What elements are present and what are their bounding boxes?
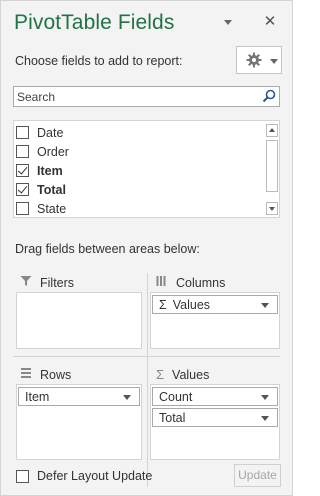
field-item-state[interactable]: State	[16, 199, 261, 218]
drag-fields-label: Drag fields between areas below:	[15, 242, 200, 256]
values-field-pill[interactable]: Total	[152, 408, 278, 427]
rows-area-header: Rows	[20, 367, 71, 382]
columns-area-title: Columns	[176, 275, 226, 290]
filters-area-header: Filters	[20, 275, 74, 290]
field-item-total[interactable]: Total	[16, 180, 261, 199]
columns-icon	[156, 275, 168, 290]
close-icon[interactable]: ✕	[261, 13, 279, 31]
defer-layout-update[interactable]: Defer Layout Update	[16, 469, 152, 483]
field-checkbox[interactable]	[16, 202, 29, 215]
pill-label: Count	[159, 389, 193, 404]
tools-button[interactable]	[236, 46, 282, 74]
field-list-scrollbar[interactable]	[265, 122, 279, 217]
rows-drop-zone[interactable]: Item	[16, 384, 142, 460]
filter-icon	[20, 275, 32, 290]
area-divider	[147, 273, 148, 487]
columns-field-pill[interactable]: Σ Values	[152, 295, 278, 314]
field-checkbox[interactable]	[16, 164, 29, 177]
pivottable-fields-pane: PivotTable Fields ✕ Choose fields to add…	[0, 0, 293, 496]
chevron-down-icon[interactable]	[123, 395, 131, 400]
chevron-down-icon[interactable]	[261, 416, 269, 421]
defer-label: Defer Layout Update	[37, 469, 153, 483]
area-divider	[13, 356, 280, 357]
field-label: Total	[37, 182, 66, 197]
values-drop-zone[interactable]: Count Total	[150, 384, 280, 460]
field-checkbox[interactable]	[16, 183, 29, 196]
chevron-down-icon[interactable]	[261, 395, 269, 400]
filters-area-title: Filters	[40, 275, 75, 290]
field-item-item[interactable]: Item	[16, 161, 261, 180]
values-area-header: Σ Values	[156, 367, 209, 382]
field-item-order[interactable]: Order	[16, 142, 261, 161]
scroll-up-arrow-icon[interactable]	[266, 124, 278, 137]
chevron-down-icon[interactable]	[261, 303, 269, 308]
columns-area-header: Columns	[156, 275, 225, 290]
pill-label: Total	[159, 410, 186, 425]
values-field-pill[interactable]: Count	[152, 387, 278, 406]
rows-field-pill[interactable]: Item	[18, 387, 140, 406]
columns-drop-zone[interactable]: Σ Values	[150, 292, 280, 349]
sigma-icon: Σ	[156, 367, 165, 382]
gear-icon	[246, 52, 262, 71]
rows-area-title: Rows	[40, 367, 72, 382]
search-box	[13, 86, 280, 107]
scroll-down-arrow-icon[interactable]	[266, 202, 278, 215]
search-icon[interactable]	[262, 89, 276, 106]
defer-checkbox[interactable]	[16, 469, 29, 483]
field-label: State	[37, 201, 67, 216]
field-checkbox[interactable]	[16, 126, 29, 139]
field-item-date[interactable]: Date	[16, 123, 261, 142]
pane-options-dropdown-icon[interactable]	[224, 20, 232, 25]
scroll-thumb[interactable]	[266, 140, 278, 192]
field-label: Item	[37, 163, 63, 178]
field-checkbox[interactable]	[16, 145, 29, 158]
choose-fields-label: Choose fields to add to report:	[15, 54, 183, 68]
pill-label: Values	[172, 297, 211, 312]
field-label: Order	[37, 144, 69, 159]
sigma-icon: Σ	[159, 297, 167, 312]
pill-label: Item	[25, 389, 50, 404]
values-area-title: Values	[172, 367, 210, 382]
update-button[interactable]: Update	[234, 464, 281, 487]
chevron-down-icon	[270, 59, 278, 64]
field-list: Date Order Item Total State	[13, 120, 280, 218]
search-input[interactable]	[17, 88, 257, 105]
filters-drop-zone[interactable]	[16, 292, 142, 349]
field-label: Date	[37, 125, 64, 140]
pane-title: PivotTable Fields	[14, 11, 175, 34]
rows-icon	[20, 367, 32, 382]
